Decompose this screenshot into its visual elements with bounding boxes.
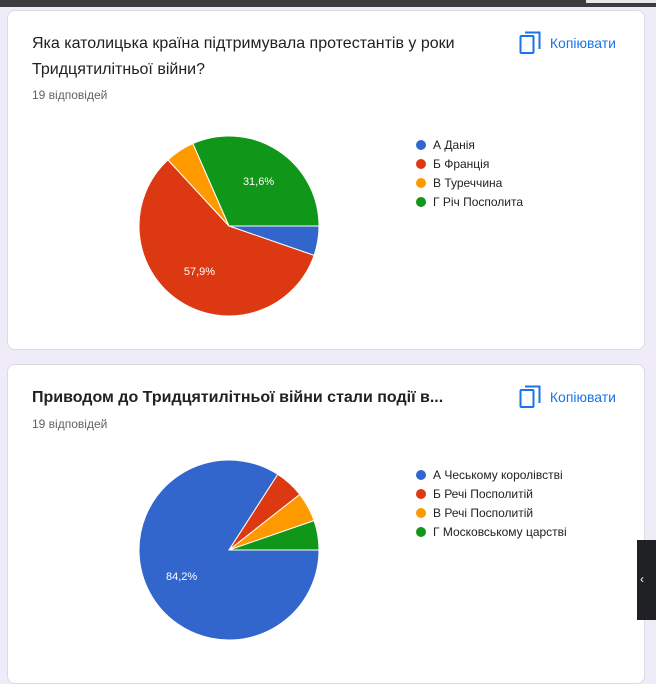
legend-dot — [416, 526, 426, 537]
legend-dot — [416, 196, 426, 207]
copy-button-label: Копіювати — [549, 389, 616, 405]
slice-data-label: 31,6% — [243, 176, 274, 188]
legend-dot — [416, 469, 426, 480]
browser-top-bar — [0, 0, 656, 7]
question-title: Яка католицька країна підтримувала проте… — [32, 35, 455, 78]
question-card: Приводом до Тридцятилітньої війни стали … — [7, 364, 645, 684]
legend-dot — [416, 139, 426, 150]
legend-dot — [416, 488, 426, 499]
legend-label: В Речі Посполитій — [433, 505, 534, 520]
browser-tab[interactable] — [586, 0, 656, 3]
slice-data-label: 84,2% — [166, 571, 197, 583]
side-panel-toggle[interactable]: ‹ — [637, 540, 656, 620]
legend-label: А Данія — [433, 137, 475, 152]
pie-chart: 57,9% 31,6% — [138, 135, 320, 317]
legend-item: Г Річ Посполита — [416, 192, 523, 211]
response-count: 19 відповідей — [32, 417, 108, 431]
legend-label: Б Речі Посполитій — [433, 486, 533, 501]
copy-icon — [519, 31, 541, 54]
copy-icon — [519, 385, 541, 408]
slice-data-label: 57,9% — [184, 266, 215, 278]
legend-item: Б Речі Посполитій — [416, 484, 567, 503]
response-count: 19 відповідей — [32, 88, 108, 102]
legend-label: Г Річ Посполита — [433, 194, 524, 209]
question-title: Приводом до Тридцятилітньої війни стали … — [32, 389, 444, 406]
legend-item: Б Франція — [416, 154, 523, 173]
chevron-left-icon: ‹ — [640, 572, 644, 586]
legend-item: А Данія — [416, 135, 523, 154]
legend-label: Г Московському царстві — [433, 524, 567, 539]
legend-label: Б Франція — [433, 156, 490, 171]
legend-item: В Речі Посполитій — [416, 503, 567, 522]
chart-legend: А Чеському королівстві Б Речі Посполитій В… — [416, 465, 567, 541]
legend-dot — [416, 507, 426, 518]
copy-button[interactable]: Копіювати — [519, 31, 616, 55]
legend-label: В Туреччина — [433, 175, 503, 190]
legend-item: А Чеському королівстві — [416, 465, 567, 484]
question-card: Яка католицька країна підтримувала проте… — [7, 10, 645, 350]
chart-legend: А Данія Б Франція В Туреччина Г Річ Посполи… — [416, 135, 523, 211]
legend-dot — [416, 158, 426, 169]
legend-dot — [416, 177, 426, 188]
copy-button-label: Копіювати — [549, 35, 616, 51]
copy-button[interactable]: Копіювати — [519, 385, 616, 409]
legend-item: В Туреччина — [416, 173, 523, 192]
pie-chart: 84,2% — [138, 459, 320, 641]
legend-item: Г Московському царстві — [416, 522, 567, 541]
legend-label: А Чеському королівстві — [433, 467, 563, 482]
